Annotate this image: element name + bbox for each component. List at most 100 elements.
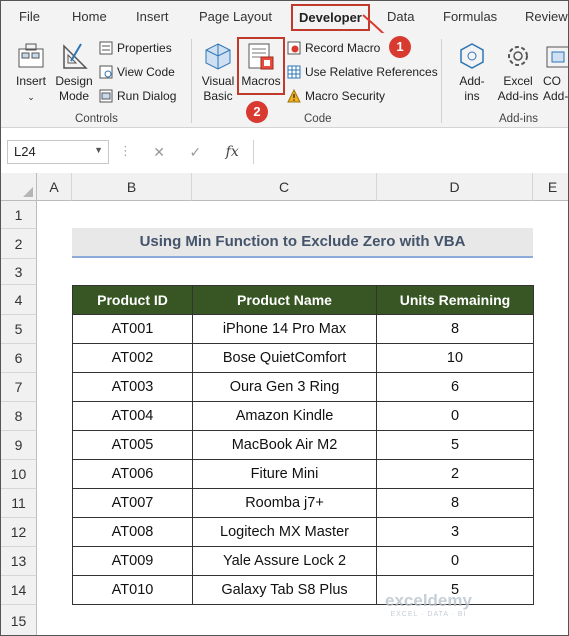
cell-product-id[interactable]: AT005 — [72, 430, 193, 460]
cell-product-id[interactable]: AT002 — [72, 343, 193, 373]
excel-addins-label-1: Excel — [503, 74, 533, 88]
cell-units-remaining[interactable]: 8 — [376, 488, 534, 518]
table-row: AT003 Oura Gen 3 Ring 6 — [72, 372, 534, 402]
select-all-corner[interactable] — [1, 173, 37, 201]
properties-button[interactable]: Properties — [99, 41, 172, 55]
developer-ribbon: Insert ⌄ Design Mode Properties View Cod… — [1, 33, 568, 128]
com-addins-button[interactable]: CO Add- — [543, 41, 568, 104]
cell-units-remaining[interactable]: 5 — [376, 430, 534, 460]
excel-addins-button[interactable]: Excel Add-ins — [495, 41, 541, 104]
row-header[interactable]: 10 — [1, 460, 37, 489]
addins-button[interactable]: Add- ins — [451, 41, 493, 104]
cancel-icon[interactable]: ✕ — [153, 144, 165, 161]
record-icon — [287, 41, 301, 55]
chevron-down-icon[interactable]: ▼ — [94, 145, 103, 155]
relative-references-button[interactable]: Use Relative References — [287, 65, 438, 79]
sheet-title[interactable]: Using Min Function to Exclude Zero with … — [72, 228, 533, 258]
row-header[interactable]: 2 — [1, 229, 37, 259]
macro-security-button[interactable]: Macro Security — [287, 89, 385, 103]
row-header[interactable]: 9 — [1, 431, 37, 460]
visual-basic-button[interactable]: Visual Basic — [198, 41, 238, 104]
design-mode-button[interactable]: Design Mode — [54, 41, 94, 104]
cell-product-name[interactable]: Fiture Mini — [192, 459, 377, 489]
header-product-name[interactable]: Product Name — [192, 285, 377, 315]
cell-product-id[interactable]: AT007 — [72, 488, 193, 518]
column-header[interactable]: C — [192, 173, 377, 201]
cell-product-name[interactable]: Amazon Kindle — [192, 401, 377, 431]
macros-button[interactable]: Macros — [239, 41, 283, 89]
chevron-down-icon: ⌄ — [27, 92, 35, 102]
formula-bar: L24 ▼ ⋮ ✕ ✓ fx — [1, 138, 568, 168]
row-header[interactable]: 5 — [1, 315, 37, 344]
cell-units-remaining[interactable]: 6 — [376, 372, 534, 402]
tab-review[interactable]: Review — [525, 9, 568, 24]
excel-addins-label-2: Add-ins — [497, 89, 539, 103]
cell-product-id[interactable]: AT008 — [72, 517, 193, 547]
ribbon-tabs: File Home Insert Page Layout Developer D… — [1, 1, 568, 58]
insert-function-icon[interactable]: fx — [226, 144, 239, 160]
view-code-button[interactable]: View Code — [99, 65, 175, 79]
table-row: AT008 Logitech MX Master 3 — [72, 517, 534, 547]
cell-product-id[interactable]: AT010 — [72, 575, 193, 605]
row-header[interactable]: 13 — [1, 547, 37, 576]
tab-home[interactable]: Home — [72, 9, 107, 24]
tab-page-layout[interactable]: Page Layout — [199, 9, 272, 24]
column-header[interactable]: A — [37, 173, 72, 201]
cell-units-remaining[interactable]: 2 — [376, 459, 534, 489]
cell-product-name[interactable]: Bose QuietComfort — [192, 343, 377, 373]
row-header[interactable]: 14 — [1, 576, 37, 605]
header-units-remaining[interactable]: Units Remaining — [376, 285, 534, 315]
relative-references-label: Use Relative References — [305, 65, 438, 79]
header-product-id[interactable]: Product ID — [72, 285, 193, 315]
design-mode-label-1: Design — [55, 74, 93, 88]
tab-insert[interactable]: Insert — [136, 9, 169, 24]
visual-basic-label-2: Basic — [203, 89, 233, 103]
cell-product-name[interactable]: iPhone 14 Pro Max — [192, 314, 377, 344]
cell-product-name[interactable]: Oura Gen 3 Ring — [192, 372, 377, 402]
column-header[interactable]: B — [72, 173, 192, 201]
row-header[interactable]: 11 — [1, 489, 37, 518]
record-macro-label: Record Macro — [305, 41, 381, 55]
formula-input[interactable] — [253, 140, 565, 164]
column-header[interactable]: D — [377, 173, 533, 201]
name-box[interactable]: L24 ▼ — [7, 140, 109, 164]
addins-label-1: Add- — [459, 74, 485, 88]
cell-product-name[interactable]: Logitech MX Master — [192, 517, 377, 547]
row-header[interactable]: 12 — [1, 518, 37, 547]
enter-icon[interactable]: ✓ — [189, 144, 201, 161]
cell-units-remaining[interactable]: 3 — [376, 517, 534, 547]
tab-developer[interactable]: Developer — [291, 4, 370, 31]
cell-product-id[interactable]: AT001 — [72, 314, 193, 344]
cell-units-remaining[interactable]: 0 — [376, 546, 534, 576]
table-row: AT004 Amazon Kindle 0 — [72, 401, 534, 431]
cell-product-name[interactable]: Roomba j7+ — [192, 488, 377, 518]
row-header[interactable]: 3 — [1, 259, 37, 285]
warning-icon — [287, 89, 301, 103]
row-header[interactable]: 7 — [1, 373, 37, 402]
tab-formulas[interactable]: Formulas — [443, 9, 497, 24]
cell-units-remaining[interactable]: 10 — [376, 343, 534, 373]
cell-product-id[interactable]: AT009 — [72, 546, 193, 576]
cell-product-name[interactable]: MacBook Air M2 — [192, 430, 377, 460]
row-header[interactable]: 4 — [1, 285, 37, 315]
run-dialog-button[interactable]: Run Dialog — [99, 89, 176, 103]
cell-units-remaining[interactable]: 0 — [376, 401, 534, 431]
column-header[interactable]: E — [533, 173, 568, 201]
row-header[interactable]: 6 — [1, 344, 37, 373]
row-header[interactable]: 1 — [1, 201, 37, 229]
cell-product-id[interactable]: AT006 — [72, 459, 193, 489]
callout-badge-1: 1 — [389, 36, 411, 58]
row-header[interactable]: 8 — [1, 402, 37, 431]
record-macro-button[interactable]: Record Macro — [287, 41, 380, 55]
insert-controls-button[interactable]: Insert ⌄ — [11, 41, 51, 105]
cell-product-id[interactable]: AT004 — [72, 401, 193, 431]
table-row: AT005 MacBook Air M2 5 — [72, 430, 534, 460]
row-header[interactable]: 15 — [1, 605, 37, 635]
cell-product-name[interactable]: Yale Assure Lock 2 — [192, 546, 377, 576]
tab-file[interactable]: File — [19, 9, 40, 24]
select-all-icon — [23, 187, 33, 197]
cell-product-name[interactable]: Galaxy Tab S8 Plus — [192, 575, 377, 605]
tab-data[interactable]: Data — [387, 9, 414, 24]
cell-product-id[interactable]: AT003 — [72, 372, 193, 402]
cell-units-remaining[interactable]: 8 — [376, 314, 534, 344]
